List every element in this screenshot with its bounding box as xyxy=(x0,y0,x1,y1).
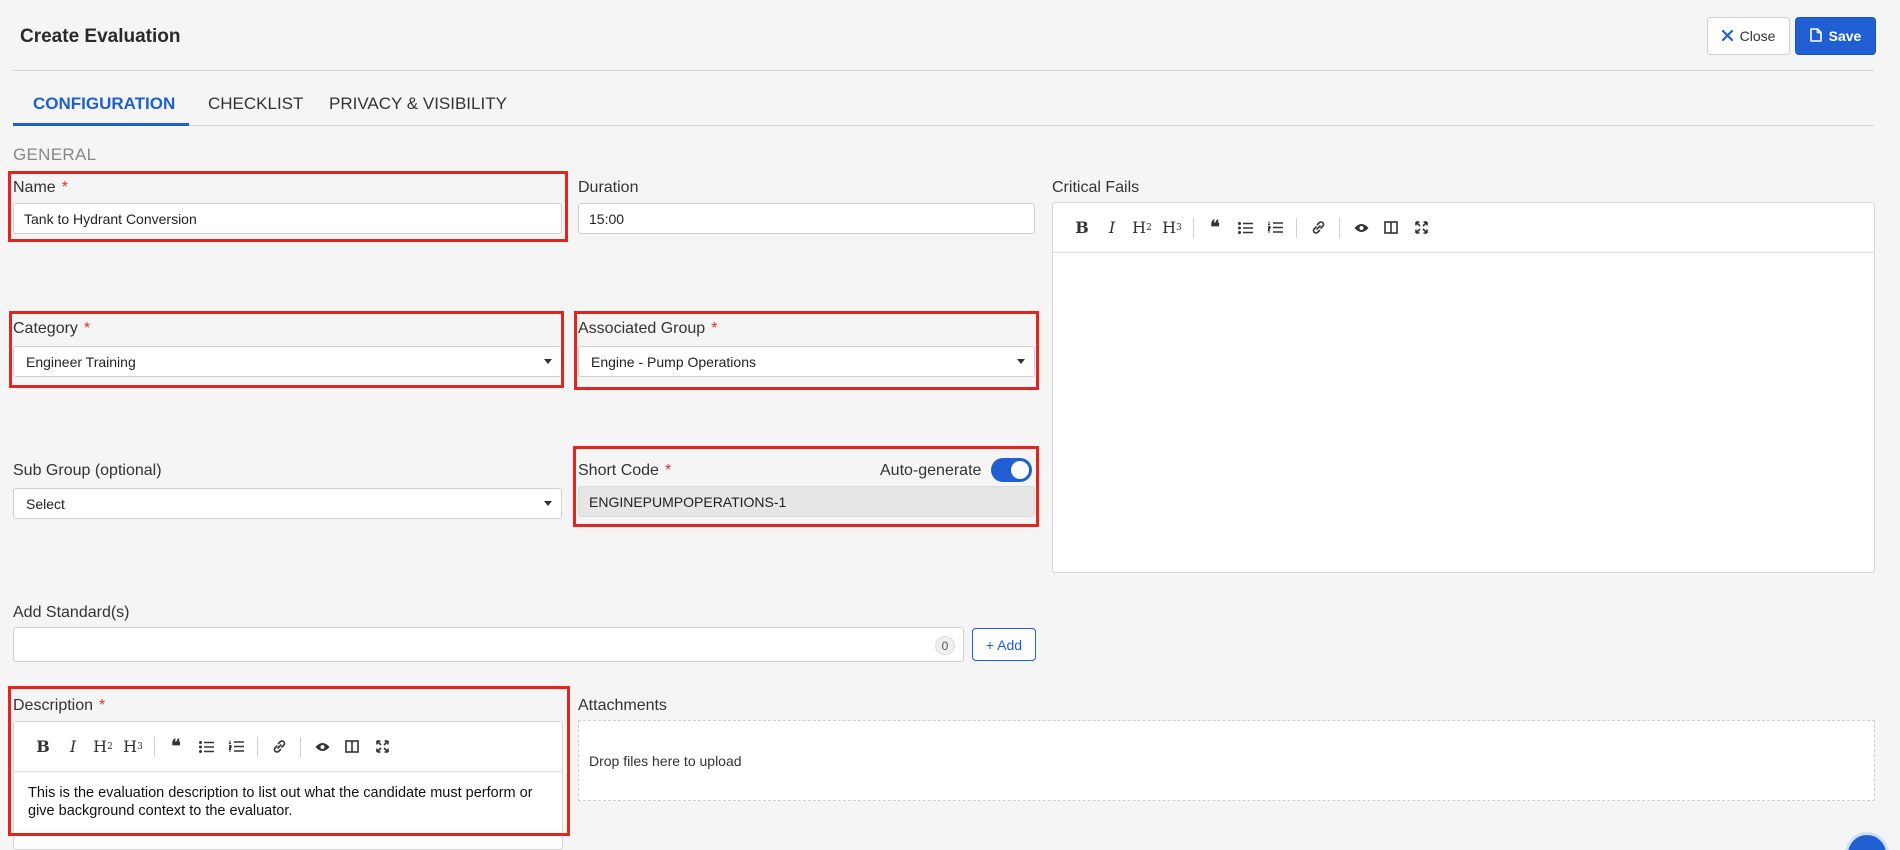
required-marker: * xyxy=(711,320,718,337)
category-select[interactable]: Engineer Training xyxy=(13,346,562,377)
close-icon xyxy=(1721,28,1733,44)
tab-configuration[interactable]: CONFIGURATION xyxy=(33,94,175,114)
heading-2-icon[interactable]: H2 xyxy=(1127,213,1157,243)
description-text: This is the evaluation description to li… xyxy=(28,785,533,819)
chat-widget-icon[interactable] xyxy=(1845,832,1889,850)
required-marker: * xyxy=(83,320,91,337)
standards-count-badge: 0 xyxy=(935,636,955,655)
required-marker: * xyxy=(99,697,106,714)
caret-down-icon xyxy=(544,501,552,506)
sub-group-select[interactable]: Select xyxy=(13,488,562,519)
required-marker: * xyxy=(664,462,672,479)
ordered-list-icon[interactable] xyxy=(221,732,251,762)
preview-icon[interactable] xyxy=(1346,213,1376,243)
close-button[interactable]: Close xyxy=(1707,17,1790,55)
caret-down-icon xyxy=(544,359,552,364)
short-code-label: Short Code * xyxy=(578,462,671,480)
attachments-label: Attachments xyxy=(578,697,667,714)
toolbar-divider xyxy=(1193,217,1194,238)
standards-input[interactable]: 0 xyxy=(13,627,964,662)
toggle-knob xyxy=(1011,461,1029,479)
duration-label: Duration xyxy=(578,179,639,196)
duration-input[interactable]: 15:00 xyxy=(578,203,1035,234)
description-label: Description * xyxy=(13,697,105,715)
description-toolbar: B I H2 H3 ❝ xyxy=(14,722,562,772)
toolbar-divider xyxy=(300,736,301,757)
required-marker: * xyxy=(61,179,68,196)
italic-icon[interactable]: I xyxy=(1097,213,1127,243)
toolbar-divider xyxy=(1296,217,1297,238)
toolbar-divider xyxy=(257,736,258,757)
save-button-label: Save xyxy=(1828,28,1862,44)
category-select-value: Engineer Training xyxy=(26,353,136,370)
category-label: Category * xyxy=(13,320,90,338)
save-button[interactable]: Save xyxy=(1795,17,1876,55)
name-label-text: Name xyxy=(13,179,56,196)
fullscreen-icon[interactable] xyxy=(1406,213,1436,243)
quote-icon[interactable]: ❝ xyxy=(161,732,191,762)
document-icon xyxy=(1809,27,1822,45)
toolbar-divider xyxy=(154,736,155,757)
link-icon[interactable] xyxy=(264,732,294,762)
header-divider xyxy=(13,70,1874,71)
attachments-dropzone[interactable]: Drop files here to upload xyxy=(578,720,1875,801)
critical-fails-editor: B I H2 H3 ❝ xyxy=(1052,202,1875,573)
fullscreen-icon[interactable] xyxy=(367,732,397,762)
section-title-general: GENERAL xyxy=(13,145,97,164)
name-input[interactable]: Tank to Hydrant Conversion xyxy=(13,203,562,234)
side-by-side-icon[interactable] xyxy=(337,732,367,762)
heading-3-icon[interactable]: H3 xyxy=(1157,213,1187,243)
short-code-input[interactable]: ENGINEPUMPOPERATIONS-1 xyxy=(578,486,1035,517)
short-code-label-text: Short Code xyxy=(578,462,659,479)
preview-icon[interactable] xyxy=(307,732,337,762)
tab-bar: CONFIGURATION CHECKLIST PRIVACY & VISIBI… xyxy=(13,90,1874,126)
heading-2-icon[interactable]: H2 xyxy=(88,732,118,762)
link-icon[interactable] xyxy=(1303,213,1333,243)
unordered-list-icon[interactable] xyxy=(191,732,221,762)
unordered-list-icon[interactable] xyxy=(1230,213,1260,243)
auto-generate-toggle[interactable] xyxy=(991,458,1032,482)
tab-privacy-visibility[interactable]: PRIVACY & VISIBILITY xyxy=(329,94,507,114)
italic-icon[interactable]: I xyxy=(58,732,88,762)
page-header: Create Evaluation Close Save xyxy=(0,0,1900,72)
toolbar-divider xyxy=(1339,217,1340,238)
add-standards-label: Add Standard(s) xyxy=(13,604,130,621)
heading-3-icon[interactable]: H3 xyxy=(118,732,148,762)
bold-icon[interactable]: B xyxy=(28,732,58,762)
critical-fails-toolbar: B I H2 H3 ❝ xyxy=(1053,203,1874,253)
auto-generate-label: Auto-generate xyxy=(880,462,982,479)
sub-group-select-value: Select xyxy=(26,495,65,512)
sub-group-label: Sub Group (optional) xyxy=(13,462,162,479)
associated-group-label-text: Associated Group xyxy=(578,320,706,337)
caret-down-icon xyxy=(1017,359,1025,364)
close-button-label: Close xyxy=(1739,28,1776,44)
quote-icon[interactable]: ❝ xyxy=(1200,213,1230,243)
name-label: Name * xyxy=(13,179,68,197)
associated-group-select[interactable]: Engine - Pump Operations xyxy=(578,346,1035,377)
description-label-text: Description xyxy=(13,697,94,714)
category-label-text: Category xyxy=(13,320,78,337)
page-title: Create Evaluation xyxy=(20,26,181,47)
tab-checklist[interactable]: CHECKLIST xyxy=(208,94,303,114)
critical-fails-label: Critical Fails xyxy=(1052,179,1140,196)
ordered-list-icon[interactable] xyxy=(1260,213,1290,243)
bold-icon[interactable]: B xyxy=(1067,213,1097,243)
associated-group-select-value: Engine - Pump Operations xyxy=(591,353,756,370)
side-by-side-icon[interactable] xyxy=(1376,213,1406,243)
description-editor[interactable]: B I H2 H3 ❝ This is the evaluation descr… xyxy=(13,721,563,850)
add-standard-button[interactable]: + Add xyxy=(972,628,1036,661)
active-tab-indicator xyxy=(13,123,189,126)
associated-group-label: Associated Group * xyxy=(578,320,717,338)
